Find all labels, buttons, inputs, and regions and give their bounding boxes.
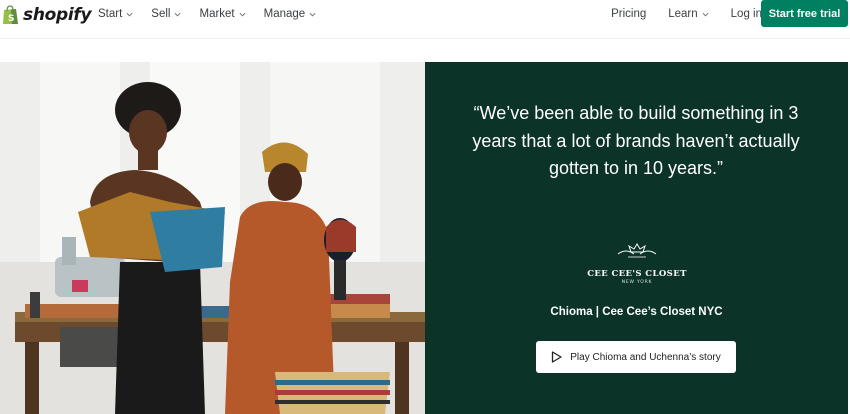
chevron-down-icon — [175, 12, 181, 16]
nav-manage-label: Manage — [263, 8, 306, 20]
shopify-logo[interactable]: S shopify — [2, 3, 92, 27]
nav-sell-label: Sell — [151, 8, 171, 20]
brand-name: CEE CEE'S CLOSET — [587, 269, 687, 279]
nav-start[interactable]: Start — [98, 8, 133, 20]
merchants-photo-illustration — [0, 62, 425, 414]
chevron-down-icon — [702, 12, 709, 16]
nav-market[interactable]: Market — [199, 8, 246, 20]
testimonial-photo — [0, 62, 425, 414]
play-story-button[interactable]: Play Chioma and Uchenna’s story — [536, 341, 736, 373]
crest-icon — [617, 243, 657, 258]
primary-nav: Start Sell Market Manage — [98, 0, 316, 28]
play-icon — [552, 351, 562, 363]
nav-start-label: Start — [98, 8, 123, 20]
top-navigation-bar: S shopify Start Sell Market Manage Prici… — [0, 0, 850, 39]
play-story-label: Play Chioma and Uchenna’s story — [570, 351, 721, 363]
testimonial-quote: “We’ve been able to build something in 3… — [472, 103, 800, 178]
secondary-nav: Pricing Learn Log in — [611, 0, 762, 28]
svg-text:S: S — [8, 14, 14, 24]
nav-market-label: Market — [199, 8, 235, 20]
chevron-down-icon — [126, 12, 133, 16]
chevron-down-icon — [239, 12, 246, 16]
start-free-trial-button[interactable]: Start free trial — [761, 0, 848, 27]
brand-location: NEW YORK — [621, 280, 653, 285]
nav-login[interactable]: Log in — [731, 8, 762, 20]
testimonial-attribution: Chioma | Cee Cee’s Closet NYC — [550, 306, 723, 318]
brand-logo: CEE CEE'S CLOSET NEW YORK — [570, 242, 704, 285]
nav-sell[interactable]: Sell — [151, 8, 181, 20]
nav-learn[interactable]: Learn — [668, 8, 709, 20]
testimonial-panel: “We’ve been able to build something in 3… — [425, 62, 848, 414]
nav-pricing[interactable]: Pricing — [611, 8, 646, 20]
chevron-down-icon — [309, 12, 316, 16]
shopify-bag-icon: S — [3, 5, 18, 24]
nav-manage[interactable]: Manage — [264, 8, 317, 20]
logo-wordmark: shopify — [23, 5, 92, 25]
nav-learn-label: Learn — [668, 8, 698, 20]
